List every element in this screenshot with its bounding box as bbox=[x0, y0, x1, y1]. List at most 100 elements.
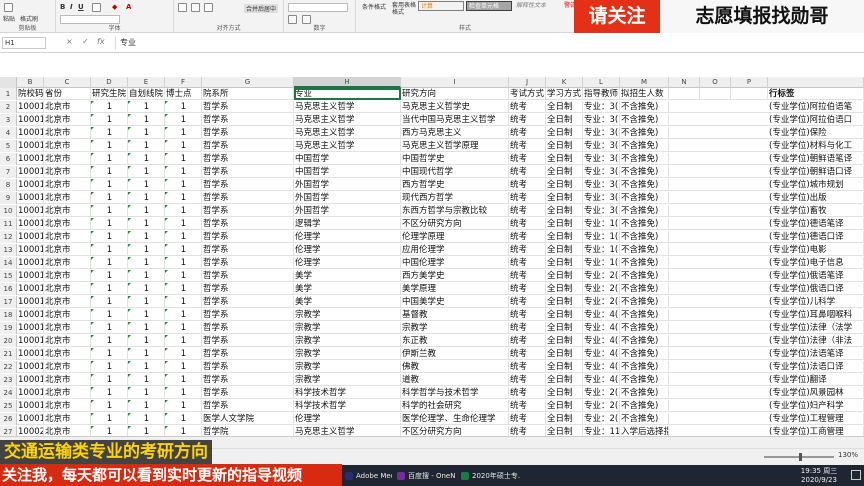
cell[interactable]: (专业学位)保险 bbox=[768, 127, 864, 139]
cell[interactable]: 专业：4( bbox=[583, 335, 620, 347]
cell[interactable]: 统考 bbox=[509, 244, 546, 256]
cell[interactable]: 北京市 bbox=[44, 140, 91, 152]
cell[interactable]: 专业：1( bbox=[583, 244, 620, 256]
row-header[interactable]: 12 bbox=[0, 231, 17, 243]
cell[interactable]: 专业：3( bbox=[583, 114, 620, 126]
cell[interactable]: 1 bbox=[128, 361, 165, 373]
cell[interactable]: 统考 bbox=[509, 426, 546, 436]
border-icon[interactable] bbox=[92, 3, 101, 12]
cell[interactable]: 1 bbox=[91, 192, 128, 204]
cell[interactable]: 1 bbox=[165, 231, 202, 243]
cell[interactable]: 不区分研究方向 bbox=[401, 218, 509, 230]
system-clock[interactable]: 19:35 周三 2020/9/23 bbox=[792, 467, 846, 485]
cell[interactable]: 北京市 bbox=[44, 348, 91, 360]
cell[interactable]: 宗教学 bbox=[294, 361, 401, 373]
cell[interactable]: (专业学位)阿拉伯语口 bbox=[768, 114, 864, 126]
cell[interactable]: 不含推免) bbox=[620, 205, 669, 217]
cell[interactable]: 不含推免) bbox=[620, 166, 669, 178]
cell[interactable]: 统考 bbox=[509, 413, 546, 425]
cell[interactable]: (专业学位)朝鲜语口译 bbox=[768, 166, 864, 178]
header-cell[interactable] bbox=[731, 88, 768, 100]
cell[interactable]: 美学 bbox=[294, 270, 401, 282]
cell[interactable]: 专业：3( bbox=[583, 179, 620, 191]
cell[interactable]: 专业：3( bbox=[583, 140, 620, 152]
cell[interactable]: 全日制 bbox=[546, 166, 583, 178]
row-header[interactable]: 26 bbox=[0, 413, 17, 425]
row-header[interactable]: 5 bbox=[0, 140, 17, 152]
cell[interactable]: 1 bbox=[165, 101, 202, 113]
taskbar-item-excel[interactable]: 2020年硕士专... bbox=[460, 469, 520, 483]
select-all-corner[interactable] bbox=[0, 77, 17, 88]
cell[interactable]: 1 bbox=[91, 374, 128, 386]
cell[interactable]: 全日制 bbox=[546, 335, 583, 347]
cell[interactable]: 佛教 bbox=[401, 361, 509, 373]
cell[interactable]: 1 bbox=[128, 374, 165, 386]
column-header-P[interactable]: P bbox=[731, 77, 768, 88]
cell[interactable]: 伦理学 bbox=[294, 244, 401, 256]
column-header-G[interactable]: G bbox=[202, 77, 294, 88]
cell[interactable]: 伦理学 bbox=[294, 231, 401, 243]
cell[interactable]: 北京市 bbox=[44, 387, 91, 399]
cell[interactable]: 西方美学史 bbox=[401, 270, 509, 282]
cell[interactable]: 全日制 bbox=[546, 296, 583, 308]
cell[interactable]: 北京市 bbox=[44, 426, 91, 436]
header-cell[interactable]: 博士点 bbox=[165, 88, 202, 100]
cell[interactable]: 现代西方哲学 bbox=[401, 192, 509, 204]
cell[interactable]: 哲学院 bbox=[202, 426, 294, 436]
cell[interactable]: 1 bbox=[165, 361, 202, 373]
cell[interactable]: 1 bbox=[165, 166, 202, 178]
cell[interactable]: 统考 bbox=[509, 179, 546, 191]
cell[interactable]: 1 bbox=[165, 179, 202, 191]
cell[interactable]: 马克思主义哲学 bbox=[294, 426, 401, 436]
cell[interactable]: 10001 bbox=[17, 218, 44, 230]
style-check-cell[interactable]: 检查单元格 bbox=[466, 1, 512, 11]
cell[interactable]: (专业学位)妇产科学 bbox=[768, 400, 864, 412]
cell[interactable]: 北京市 bbox=[44, 309, 91, 321]
column-header-L[interactable]: L bbox=[583, 77, 620, 88]
cell[interactable]: 专业：1( bbox=[583, 231, 620, 243]
cell[interactable]: 专业：1( bbox=[583, 218, 620, 230]
cell[interactable]: 北京市 bbox=[44, 296, 91, 308]
cell[interactable]: 统考 bbox=[509, 335, 546, 347]
cell[interactable]: 1 bbox=[91, 426, 128, 436]
cell[interactable]: 1 bbox=[128, 231, 165, 243]
cell[interactable]: 统考 bbox=[509, 374, 546, 386]
cell[interactable]: 1 bbox=[128, 179, 165, 191]
cell[interactable]: 统考 bbox=[509, 153, 546, 165]
row-header[interactable]: 18 bbox=[0, 309, 17, 321]
cell[interactable]: 1 bbox=[128, 348, 165, 360]
cell[interactable]: 10001 bbox=[17, 335, 44, 347]
row-header[interactable]: 2 bbox=[0, 101, 17, 113]
cell[interactable]: 10001 bbox=[17, 322, 44, 334]
cell[interactable]: 入学后选择指导教师 bbox=[620, 426, 669, 436]
header-cell[interactable]: 院校码 bbox=[17, 88, 44, 100]
cell[interactable]: 外国哲学 bbox=[294, 205, 401, 217]
row-header[interactable]: 21 bbox=[0, 348, 17, 360]
cell[interactable]: 专业：3( bbox=[583, 101, 620, 113]
cell[interactable]: 10001 bbox=[17, 348, 44, 360]
row-header[interactable]: 13 bbox=[0, 244, 17, 256]
column-header-K[interactable]: K bbox=[546, 77, 583, 88]
zoom-slider-thumb[interactable] bbox=[799, 453, 802, 461]
cell[interactable]: 1 bbox=[91, 387, 128, 399]
fill-color-icon[interactable]: ◆ bbox=[112, 3, 117, 11]
header-cell[interactable]: 院系所 bbox=[202, 88, 294, 100]
cell[interactable]: 10001 bbox=[17, 114, 44, 126]
cell[interactable]: 1 bbox=[91, 400, 128, 412]
cell[interactable]: 不含推免) bbox=[620, 374, 669, 386]
row-header[interactable]: 19 bbox=[0, 322, 17, 334]
cell[interactable]: 宗教学 bbox=[401, 322, 509, 334]
cell[interactable]: 1 bbox=[128, 153, 165, 165]
taskbar-item-onenote[interactable]: 百度搜 - OneN... bbox=[396, 469, 456, 483]
cell[interactable]: 东正教 bbox=[401, 335, 509, 347]
cell[interactable]: 不含推免) bbox=[620, 192, 669, 204]
column-header-J[interactable]: J bbox=[509, 77, 546, 88]
cell[interactable]: 1 bbox=[165, 114, 202, 126]
cell[interactable]: 1 bbox=[128, 309, 165, 321]
cell[interactable]: 专业：1( bbox=[583, 257, 620, 269]
cell[interactable]: 专业：2( bbox=[583, 413, 620, 425]
cell[interactable]: 北京市 bbox=[44, 166, 91, 178]
header-cell[interactable] bbox=[669, 88, 700, 100]
row-header[interactable]: 9 bbox=[0, 192, 17, 204]
cell[interactable]: 北京市 bbox=[44, 413, 91, 425]
